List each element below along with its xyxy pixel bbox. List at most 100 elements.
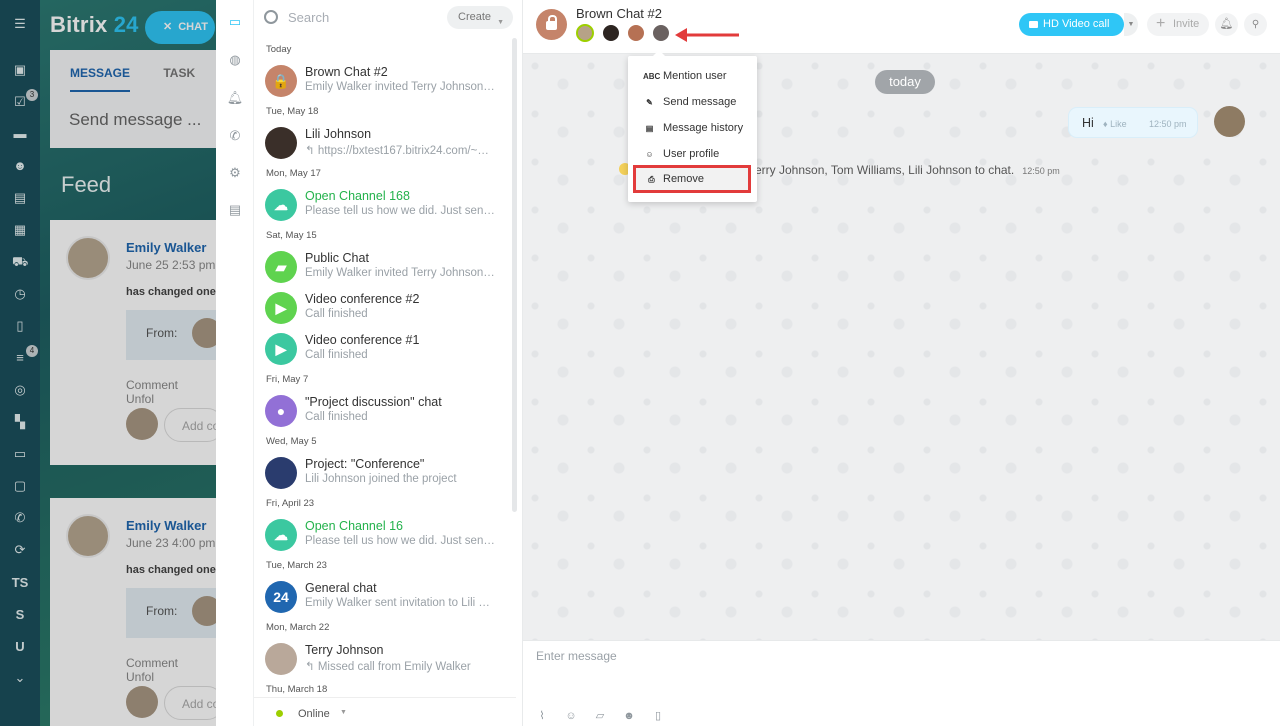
system-message-text: erry Johnson, Tom Williams, Lili Johnson… bbox=[755, 163, 1015, 177]
open-lines-icon[interactable]: ◍ bbox=[225, 50, 245, 70]
scrollbar[interactable] bbox=[512, 38, 517, 512]
recent-item-subtitle: Please tell us how we did. Just sen… bbox=[305, 535, 495, 547]
avatar[interactable] bbox=[1214, 106, 1245, 137]
recent-item-subtitle: Please tell us how we did. Just sen… bbox=[305, 205, 495, 217]
search-box[interactable]: Search bbox=[264, 8, 329, 28]
recent-item[interactable]: ▰ Public Chat Emily Walker invited Terry J… bbox=[254, 247, 516, 287]
hd-video-call-button[interactable]: HD Video call bbox=[1019, 13, 1124, 36]
date-header: Fri, April 23 bbox=[266, 498, 315, 509]
notes-icon[interactable]: ▤ bbox=[225, 200, 245, 220]
recent-item[interactable]: ▶ Video conference #1 Call finished bbox=[254, 329, 516, 369]
send-message-item[interactable]: ✎ Send message bbox=[628, 89, 757, 115]
phone-icon[interactable]: ✆ bbox=[225, 126, 245, 146]
search-icon[interactable]: ⚲ bbox=[1244, 13, 1267, 36]
date-header: Fri, May 7 bbox=[266, 374, 309, 385]
recent-item[interactable]: ☁ Open Channel 168 Please tell us how we d… bbox=[254, 185, 516, 225]
recent-item-subtitle: Emily Walker invited Terry Johnson… bbox=[305, 267, 495, 279]
recent-item[interactable]: Project: "Conference" Lili Johnson joined… bbox=[254, 453, 516, 493]
member-avatar[interactable] bbox=[602, 24, 620, 42]
mention-user-item[interactable]: ABC Mention user bbox=[628, 63, 757, 89]
recent-chats-icon[interactable]: ▭ bbox=[225, 12, 245, 32]
date-header: Tue, May 18 bbox=[266, 106, 319, 117]
smile-icon[interactable]: ☻ bbox=[622, 709, 636, 723]
menu-item-label: User profile bbox=[663, 148, 720, 160]
avatar bbox=[265, 643, 297, 675]
member-avatar[interactable] bbox=[652, 24, 670, 42]
avatar: ▰ bbox=[265, 251, 297, 283]
recent-item-subtitle: Call finished bbox=[305, 411, 368, 423]
file-icon[interactable]: ▯ bbox=[651, 709, 665, 723]
recent-item-title: Public Chat bbox=[305, 251, 369, 265]
avatar: ▶ bbox=[265, 333, 297, 365]
message-text: Hi bbox=[1082, 116, 1094, 130]
like-button[interactable]: ♦ Like bbox=[1103, 119, 1127, 129]
recent-item-title: "Project discussion" chat bbox=[305, 395, 442, 409]
recent-item-subtitle: Emily Walker sent invitation to Lili J… bbox=[305, 597, 495, 609]
recent-item-title: Brown Chat #2 bbox=[305, 65, 388, 79]
recent-item[interactable]: 24 General chat Emily Walker sent invitati… bbox=[254, 577, 516, 617]
message-time: 12:50 pm bbox=[1149, 119, 1187, 129]
settings-gear-icon[interactable]: ⚙ bbox=[225, 163, 245, 183]
recent-item[interactable]: 🔒 Brown Chat #2 Emily Walker invited Terry… bbox=[254, 61, 516, 101]
recent-item-subtitle: Call finished bbox=[305, 308, 368, 320]
notifications-icon[interactable]: 🔔︎ bbox=[225, 88, 245, 108]
remove-item[interactable]: ⎙ Remove bbox=[633, 165, 751, 193]
member-avatar[interactable] bbox=[576, 24, 594, 42]
user-profile-item[interactable]: ☺ User profile bbox=[628, 141, 757, 167]
search-input[interactable]: Search bbox=[288, 10, 329, 25]
status-label: Online bbox=[298, 708, 330, 720]
attach-icon[interactable]: ⌇ bbox=[535, 709, 549, 723]
recent-item-title: Video conference #1 bbox=[305, 333, 420, 347]
recent-item-title: Video conference #2 bbox=[305, 292, 420, 306]
avatar: 🔒 bbox=[265, 65, 297, 97]
recent-item-title: Project: "Conference" bbox=[305, 457, 425, 471]
recent-item[interactable]: ▶ Video conference #2 Call finished bbox=[254, 288, 516, 328]
avatar: ▶ bbox=[265, 292, 297, 324]
recent-item-title: Open Channel 16 bbox=[305, 519, 403, 533]
messenger-rail: ▭ ◍ 🔔︎ ✆ ⚙ ▤ bbox=[216, 0, 254, 726]
recent-item-subtitle: Lili Johnson joined the project bbox=[305, 473, 457, 485]
recent-item-subtitle: ↰ Missed call from Emily Walker bbox=[305, 661, 471, 673]
recent-item-title: Terry Johnson bbox=[305, 643, 384, 657]
screen: ☰ ▣ ☑ 3 ▬ ☻ ▤ ▦ ⛟ ◷ ▯ ≡ 4 ◎ ▚ ▭ ▢ ✆ ⟳ TS… bbox=[0, 0, 1280, 726]
recent-item[interactable]: Terry Johnson ↰ Missed call from Emily Wa… bbox=[254, 639, 516, 679]
chevron-down-icon: ▼ bbox=[340, 709, 347, 716]
plus-icon: + bbox=[1156, 15, 1166, 32]
message-input[interactable]: Enter message bbox=[536, 649, 617, 663]
member-context-menu: ABC Mention user ✎ Send message ▤ Messag… bbox=[628, 50, 757, 202]
menu-item-label: Remove bbox=[663, 173, 704, 185]
avatar: ☁ bbox=[265, 519, 297, 551]
message-history-item[interactable]: ▤ Message history bbox=[628, 115, 757, 141]
avatar: 24 bbox=[265, 581, 297, 613]
avatar: ● bbox=[265, 395, 297, 427]
bell-icon[interactable]: 🔔︎ bbox=[1215, 13, 1238, 36]
recent-item-title: General chat bbox=[305, 581, 377, 595]
invite-label: Invite bbox=[1173, 18, 1200, 30]
chevron-down-icon[interactable]: ▼ bbox=[1124, 13, 1138, 36]
invite-button[interactable]: + Invite bbox=[1147, 13, 1209, 36]
like-label: Like bbox=[1110, 119, 1127, 129]
recent-item[interactable]: ☁ Open Channel 16 Please tell us how we di… bbox=[254, 515, 516, 555]
abc-icon: ABC bbox=[643, 72, 661, 81]
chat-avatar[interactable] bbox=[536, 9, 567, 40]
message-input-panel: Enter message ⌇ ☺ ▱ ☻ ▯ bbox=[523, 640, 1280, 726]
online-status-dot bbox=[276, 710, 283, 717]
recent-item[interactable]: ● "Project discussion" chat Call finished bbox=[254, 391, 516, 431]
avatar bbox=[265, 127, 297, 159]
create-label: Create bbox=[458, 11, 492, 23]
user-icon: ☺ bbox=[645, 150, 654, 159]
recent-item-title: Lili Johnson bbox=[305, 127, 372, 141]
recent-item-title: Open Channel 168 bbox=[305, 189, 410, 203]
user-icon[interactable]: ☺ bbox=[564, 709, 578, 723]
recent-item[interactable]: Lili Johnson ↰ https://bxtest167.bitrix24… bbox=[254, 123, 516, 163]
create-button[interactable]: Create ▼ bbox=[447, 6, 513, 29]
remove-icon: ⎙ bbox=[648, 175, 655, 184]
edit-icon[interactable]: ▱ bbox=[593, 709, 607, 723]
status-selector[interactable]: Online ▼ bbox=[254, 697, 516, 726]
dim-overlay[interactable] bbox=[0, 0, 216, 726]
history-icon: ▤ bbox=[645, 124, 654, 133]
chat-title[interactable]: Brown Chat #2 bbox=[576, 6, 662, 21]
member-avatar[interactable] bbox=[627, 24, 645, 42]
message-bubble[interactable]: Hi ♦ Like 12:50 pm bbox=[1068, 107, 1198, 138]
recent-item-subtitle: ↰ https://bxtest167.bitrix24.com/~… bbox=[305, 145, 489, 157]
